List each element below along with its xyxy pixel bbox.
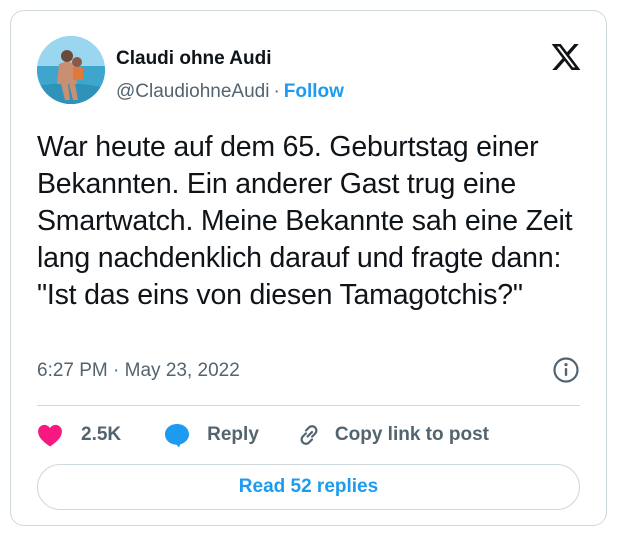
x-logo-icon[interactable] (550, 41, 582, 73)
tweet-text: War heute auf dem 65. Geburtstag einer B… (37, 131, 573, 311)
tweet-card: Claudi ohne Audi @ClaudiohneAudi · Follow … (10, 10, 607, 526)
copy-link-label: Copy link to post (334, 424, 489, 445)
follow-button[interactable]: Follow (284, 81, 344, 102)
heart-icon (38, 424, 62, 447)
reply-label: Reply (207, 424, 259, 445)
copy-link-button[interactable]: Copy link to post (295, 421, 489, 449)
author-handle-row: @ClaudiohneAudi · Follow (116, 81, 344, 103)
info-icon[interactable] (552, 356, 580, 384)
like-count: 2.5K (81, 424, 122, 445)
author-name[interactable]: Claudi ohne Audi (116, 48, 272, 70)
avatar[interactable] (37, 36, 105, 104)
tweet-timestamp[interactable]: 6:27 PM · May 23, 2022 (37, 360, 240, 382)
reply-button[interactable]: Reply (163, 422, 259, 448)
link-icon (300, 425, 318, 445)
action-bar: 2.5K Reply Copy link to post (37, 418, 489, 452)
divider (37, 405, 580, 406)
reply-bubble-icon (165, 424, 190, 448)
separator-dot: · (273, 81, 280, 102)
avatar-photo (37, 36, 105, 104)
read-replies-button[interactable]: Read 52 replies (37, 464, 580, 510)
author-handle[interactable]: @ClaudiohneAudi (116, 81, 269, 102)
like-button[interactable]: 2.5K (37, 423, 121, 447)
